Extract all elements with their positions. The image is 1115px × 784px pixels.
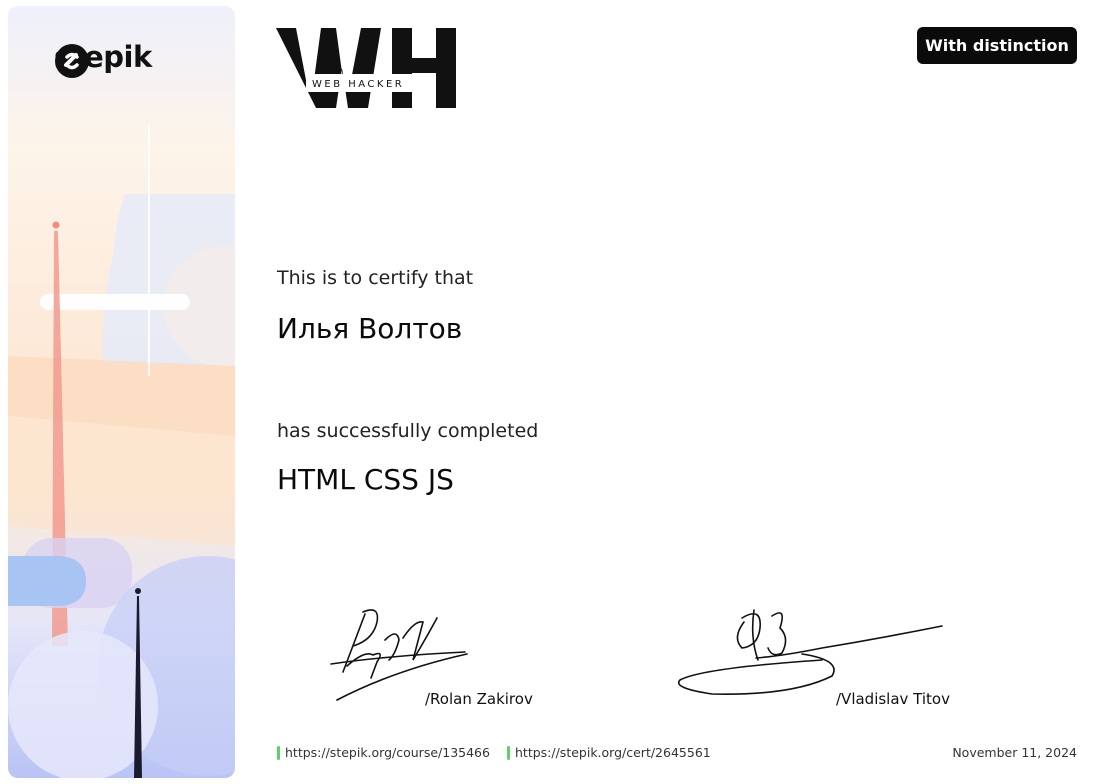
- stepik-brand: stepik: [54, 43, 152, 78]
- signature-name-rolan: /Rolan Zakirov: [425, 690, 533, 708]
- course-url[interactable]: https://stepik.org/course/135466: [285, 745, 490, 760]
- completed-text: has successfully completed: [277, 420, 539, 442]
- decorative-side-panel: stepik: [8, 6, 235, 778]
- certificate-url[interactable]: https://stepik.org/cert/2645561: [515, 745, 711, 760]
- signature-vladislav: [677, 609, 943, 695]
- link-marker-icon: [507, 745, 510, 760]
- certificate-link[interactable]: https://stepik.org/cert/2645561: [507, 745, 711, 760]
- issue-date: November 11, 2024: [952, 745, 1077, 760]
- distinction-badge: With distinction: [917, 27, 1077, 64]
- signature-name-vladislav: /Vladislav Titov: [836, 690, 950, 708]
- certify-intro: This is to certify that: [277, 267, 474, 289]
- link-marker-icon: [277, 745, 280, 760]
- course-link[interactable]: https://stepik.org/course/135466: [277, 745, 490, 760]
- recipient-name: Илья Волтов: [277, 312, 463, 345]
- decorative-artwork: [8, 126, 235, 778]
- web-hacker-logo: WEB HACKER: [276, 28, 461, 115]
- course-title: HTML CSS JS: [277, 463, 454, 496]
- web-hacker-caption: WEB HACKER: [312, 79, 404, 90]
- stepik-logo-icon: [55, 44, 89, 78]
